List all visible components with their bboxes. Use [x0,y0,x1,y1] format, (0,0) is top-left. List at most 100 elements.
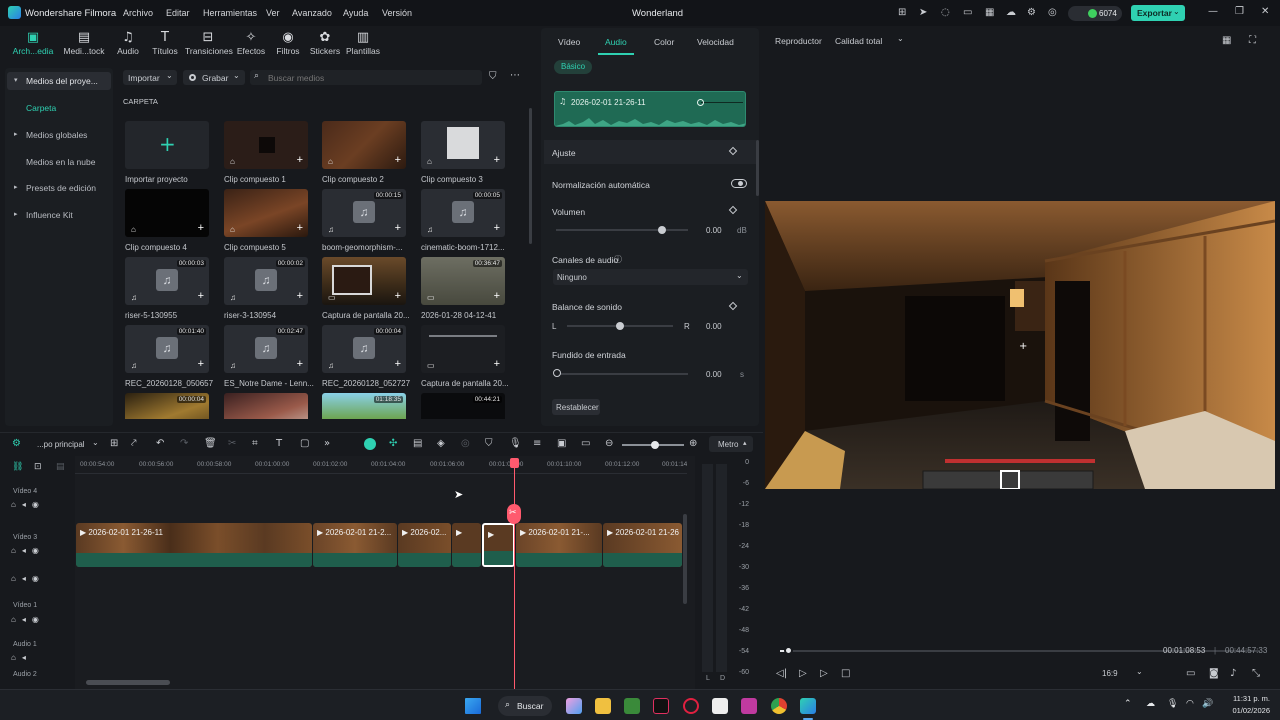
filmora-taskbar-icon[interactable] [800,698,816,714]
tab-titles[interactable]: T Títulos [142,30,188,56]
tab-media[interactable]: ▣ Arch...edia [10,30,56,56]
media-item[interactable]: 01:18:35 [322,393,406,419]
media-item[interactable]: ⌂ + Clip compuesto 4 [125,189,209,252]
camera-icon[interactable]: ◙ [1209,668,1219,679]
split-scissors-button[interactable]: ✂ [507,504,521,524]
menu-archivo[interactable]: Archivo [123,8,153,18]
send-icon[interactable]: ➤ [919,7,927,18]
media-item-import-project[interactable]: + Importar proyecto [125,121,209,184]
media-item[interactable]: ⌂ + Clip compuesto 1 [224,121,308,184]
minimize-icon[interactable]: — [1208,6,1218,17]
track-controls-audio-1[interactable]: ⌂◂ [11,653,32,662]
timeline-settings-icon[interactable]: ⚙ [12,438,21,449]
tab-templates[interactable]: ▥ Plantillas [340,30,386,56]
volume-icon[interactable]: ♪ [1230,668,1236,679]
audio-clip-keyframe[interactable] [697,99,704,106]
media-item[interactable]: 00:44:21 [421,393,505,419]
sidebar-item-folder[interactable]: Carpeta [26,103,56,113]
timeline-clip-selected[interactable]: ▶ [482,523,515,567]
media-item[interactable]: ♫ 00:00:04 ♫ + REC_20260128_052727 [322,325,410,388]
tiktok-icon[interactable] [653,698,669,714]
pip-icon[interactable]: ▣ [557,438,566,449]
menu-herramientas[interactable]: Herramientas [203,8,257,18]
audio-channels-select[interactable]: Ninguno ⌄ [553,269,748,285]
snapshot-icon[interactable]: ⛶ [1249,35,1256,46]
media-item[interactable]: ▭ + Captura de pantalla 20... [421,325,509,388]
motion-track-icon[interactable]: ◎ [461,438,470,449]
snap-icon[interactable]: ✣ [389,438,397,449]
menu-avanzado[interactable]: Avanzado [292,8,332,18]
marker-icon[interactable]: ▢ [300,438,309,449]
settings-icon[interactable]: ⚙ [1027,7,1036,18]
fade-in-value[interactable]: 0.00 [706,370,722,379]
shield-icon[interactable]: ⛉ [485,438,493,449]
more-options-icon[interactable]: ⋯ [510,70,520,81]
menu-version[interactable]: Versión [382,8,412,18]
next-frame-icon[interactable]: ▷ [820,668,828,679]
add-icon[interactable]: + [395,358,401,370]
add-icon[interactable]: + [494,222,500,234]
tab-transitions[interactable]: ⊟ Transiciones [185,30,233,56]
media-item[interactable]: ♫ 00:02:47 ♫ + ES_Notre Dame - Lenn... [224,325,314,388]
balance-value[interactable]: 0.00 [706,322,722,331]
media-item[interactable]: ♫ 00:00:05 ♫ + cinematic-boom-1712... [421,189,505,252]
volume-slider-track[interactable] [556,229,688,231]
stop-icon[interactable]: □ [841,668,850,679]
subtab-basic[interactable]: Básico [554,60,592,74]
ai-tool-icon[interactable] [364,438,376,450]
restore-icon[interactable]: ❐ [1235,6,1244,17]
timeline-clip[interactable]: ▶ [452,523,481,567]
wifi-icon[interactable]: ◠ [1186,699,1194,709]
render-icon[interactable]: ▤ [413,438,422,449]
media-item[interactable] [224,393,308,419]
add-icon[interactable]: + [494,290,500,302]
filter-icon[interactable]: ⛉ [489,71,497,82]
track-controls-video-4[interactable]: ⌂◂◉ [11,500,45,509]
search-bar[interactable]: ⌕ [250,70,482,85]
audio-mixer-icon[interactable]: ≡ [533,438,541,449]
zoom-slider-handle[interactable] [651,441,659,449]
timeline-horizontal-scrollbar[interactable] [86,680,170,685]
fit-icon[interactable]: ▭ [581,438,590,449]
magnet-icon[interactable]: ⊡ [34,462,42,472]
add-icon[interactable]: + [297,222,303,234]
zoom-in-icon[interactable]: ⊕ [689,438,697,449]
play-icon[interactable]: ▷ [799,668,807,679]
sidebar-item-cloud-media[interactable]: Medios en la nube [26,157,95,167]
file-explorer-icon[interactable] [595,698,611,714]
info-icon[interactable]: ⓘ [614,254,622,265]
select-tool-icon[interactable]: ⤤ [131,438,137,449]
timeline-clip[interactable]: ▶ 2026-02-01 21-26-11 [76,523,312,567]
lightbulb-icon[interactable]: ◌ [941,7,950,18]
prev-frame-icon[interactable]: ◁| [776,668,787,679]
timeline-clip[interactable]: ▶ 2026-02-01 21-... [516,523,602,567]
capcut-icon[interactable] [712,698,728,714]
grid-view-icon[interactable]: ▦ [1222,35,1231,46]
add-icon[interactable]: + [395,154,401,166]
media-scrollbar[interactable] [529,108,532,244]
track-controls-video-1[interactable]: ⌂◂◉ [11,615,45,624]
speaker-icon[interactable]: 🔊 [1202,699,1213,709]
timeline-vertical-scrollbar[interactable] [683,514,687,604]
auto-normalization-toggle[interactable] [731,179,747,188]
menu-editar[interactable]: Editar [166,8,190,18]
fade-in-slider-handle[interactable] [553,369,561,377]
windows-start-icon[interactable] [465,698,481,714]
quality-select[interactable]: Calidad total ⌄ [831,33,909,48]
fullscreen-icon[interactable]: ⤡ [1252,668,1260,679]
media-item[interactable]: 00:36:47 ▭ + 2026-01-28 04-12-41 [421,257,505,320]
import-button[interactable]: Importar ⌄ [123,70,177,85]
add-icon[interactable]: + [297,358,303,370]
volume-value[interactable]: 0.00 [706,226,722,235]
sidebar-item-edit-presets[interactable]: Presets de edición [26,183,96,193]
media-item[interactable]: 00:00:04 [125,393,209,419]
tab-color[interactable]: Color [654,37,674,47]
volume-slider-handle[interactable] [658,226,666,234]
add-icon[interactable]: + [198,222,204,234]
undo-icon[interactable]: ↶ [156,438,164,449]
media-item[interactable]: ▭ + Captura de pantalla 20... [322,257,410,320]
media-item[interactable]: ♫ 00:00:03 ♫ + riser-5-130955 [125,257,209,320]
menu-ver[interactable]: Ver [266,8,280,18]
reset-button[interactable]: Restablecer [552,399,600,415]
search-input[interactable] [268,71,468,84]
